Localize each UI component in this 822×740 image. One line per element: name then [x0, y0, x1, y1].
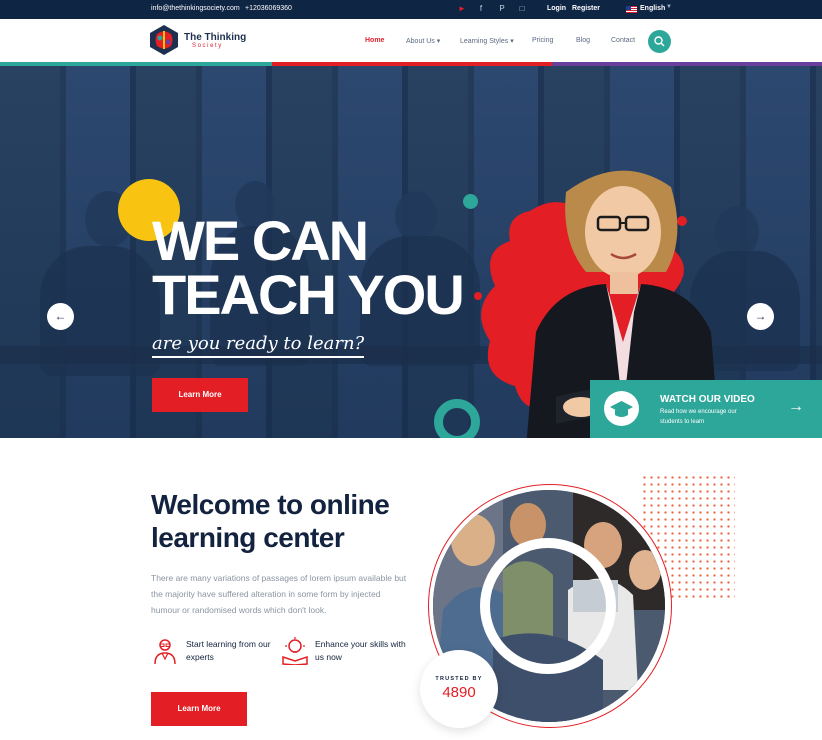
- chevron-down-icon: ▾: [508, 38, 514, 45]
- welcome-heading: Welcome to online learning center: [151, 489, 390, 553]
- nav-pricing[interactable]: Pricing: [532, 37, 553, 44]
- login-link[interactable]: Login: [547, 5, 566, 12]
- watch-video-panel[interactable]: WATCH OUR VIDEO Read how we encourage ou…: [590, 380, 822, 438]
- chevron-down-icon: ▾: [434, 38, 441, 45]
- welcome-body-text: There are many variations of passages of…: [151, 573, 407, 615]
- arrow-right-icon[interactable]: →: [788, 398, 804, 416]
- us-flag-icon: [626, 6, 637, 13]
- hero-headline: WE CAN TEACH YOU: [152, 209, 465, 326]
- contact-email[interactable]: info@thethinkingsociety.com: [151, 5, 240, 12]
- feature-enhance-skills: Enhance your skills with us now: [315, 639, 406, 662]
- language-selector[interactable]: English: [640, 5, 665, 12]
- logo-title[interactable]: The Thinking: [184, 33, 246, 43]
- instagram-icon[interactable]: □: [516, 3, 528, 15]
- twitter-icon[interactable]: ►: [456, 3, 468, 15]
- trusted-badge: TRUSTED BY 4890: [420, 650, 498, 728]
- watch-video-title: WATCH OUR VIDEO: [660, 394, 755, 405]
- graduation-cap-icon: [610, 401, 633, 417]
- teal-ring-decoration: [434, 399, 480, 438]
- next-slide-arrow-icon[interactable]: →: [747, 303, 774, 330]
- watch-video-subtitle: Read how we encourage our students to le…: [660, 409, 737, 425]
- hero-subline: are you ready to learn?: [152, 333, 365, 358]
- search-button[interactable]: [648, 30, 671, 53]
- site-header: The Thinking Society Home About Us ▾ Lea…: [0, 19, 822, 64]
- nav-learning-styles-label: Learning Styles: [460, 38, 509, 45]
- chevron-down-icon[interactable]: ▼: [666, 4, 672, 10]
- nav-blog[interactable]: Blog: [576, 37, 590, 44]
- register-link[interactable]: Register: [572, 5, 600, 12]
- trusted-label: TRUSTED BY: [435, 676, 483, 682]
- teacher-expert-icon: [154, 639, 176, 665]
- feature-learn-from-experts: Start learning from our experts: [186, 639, 271, 662]
- search-icon: [654, 36, 665, 47]
- pinterest-icon[interactable]: P: [496, 3, 508, 15]
- facebook-icon[interactable]: f: [475, 3, 487, 15]
- contact-phone[interactable]: +12036069360: [245, 5, 292, 12]
- brain-logo-icon[interactable]: [150, 25, 178, 55]
- hero-slider: WE CAN TEACH YOU are you ready to learn?…: [0, 66, 822, 438]
- trusted-count: 4890: [442, 684, 476, 701]
- white-ring-decoration: [480, 538, 616, 674]
- hero-learn-more-button[interactable]: Learn More: [152, 378, 248, 412]
- nav-about-us[interactable]: About Us ▾: [406, 37, 440, 45]
- nav-home[interactable]: Home: [365, 37, 384, 44]
- hero-headline-line-1: WE CAN: [152, 209, 369, 272]
- nav-contact[interactable]: Contact: [611, 37, 635, 44]
- nav-learning-styles[interactable]: Learning Styles ▾: [460, 37, 514, 45]
- hero-headline-line-2: TEACH YOU: [152, 263, 465, 326]
- welcome-learn-more-button[interactable]: Learn More: [151, 692, 247, 726]
- play-video-button[interactable]: [604, 391, 639, 426]
- prev-slide-arrow-icon[interactable]: ←: [47, 303, 74, 330]
- nav-about-us-label: About Us: [406, 38, 435, 45]
- lightbulb-book-icon: [282, 637, 308, 665]
- logo-subtitle: Society: [192, 43, 223, 49]
- top-bar: info@thethinkingsociety.com +12036069360…: [0, 0, 822, 19]
